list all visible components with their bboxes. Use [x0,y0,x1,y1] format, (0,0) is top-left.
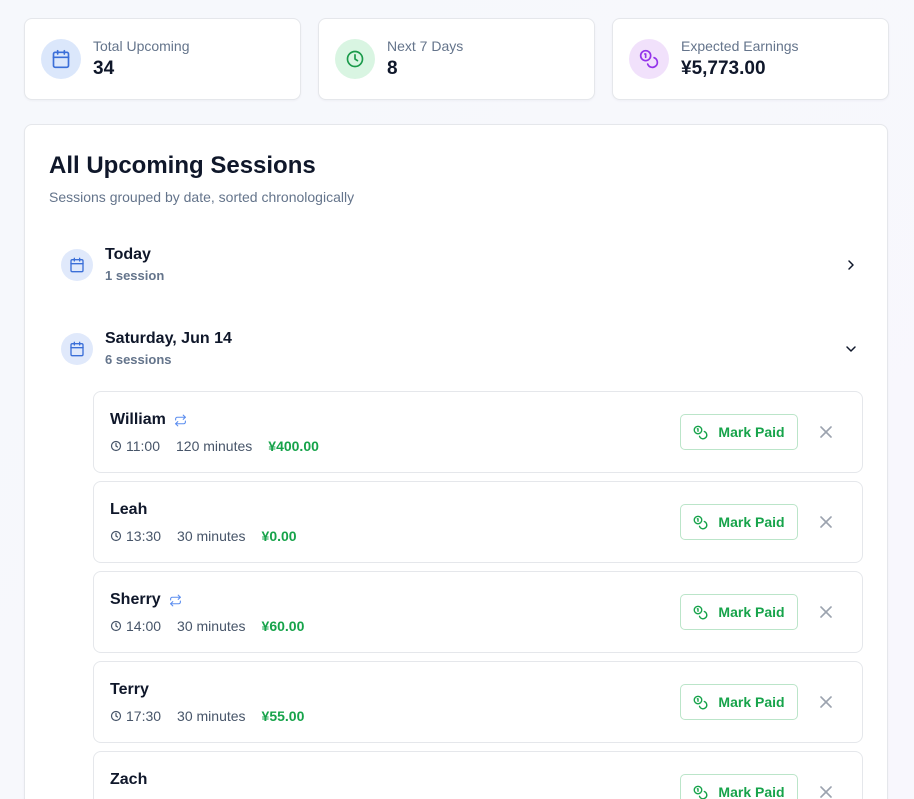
calendar-icon [41,39,81,79]
session-time: 17:30 [126,708,162,724]
mark-paid-button[interactable]: Mark Paid [680,504,798,540]
mark-paid-label: Mark Paid [718,424,785,440]
session-meta: 14:00 30 minutes ¥60.00 [110,618,304,634]
close-icon[interactable] [816,602,836,622]
session-amount: ¥55.00 [261,708,305,724]
stat-value: 34 [93,58,115,79]
stat-label: Total Upcoming [93,38,190,54]
coins-icon [629,39,669,79]
session-card: Leah 13:30 30 minutes ¥0.00 Mark Paid [93,481,863,563]
recurring-icon [169,594,182,607]
session-duration: 120 minutes [176,438,253,454]
clock-icon [110,620,122,632]
session-client: Leah [110,501,147,519]
session-time: 14:00 [126,618,162,634]
session-card: Zach Mark Paid [93,751,863,799]
stat-label: Expected Earnings [681,38,799,54]
coins-icon [693,425,708,440]
mark-paid-button[interactable]: Mark Paid [680,414,798,450]
stats-row: Total Upcoming 34 Next 7 Days 8 Expected… [24,18,889,100]
chevron-right-icon[interactable] [841,255,861,275]
session-duration: 30 minutes [177,618,246,634]
session-amount: ¥0.00 [261,528,297,544]
coins-icon [693,695,708,710]
group-count: 6 sessions [105,352,172,367]
upcoming-sessions-card: All Upcoming Sessions Sessions grouped b… [24,124,888,799]
mark-paid-button[interactable]: Mark Paid [680,684,798,720]
mark-paid-label: Mark Paid [718,784,785,799]
page-subtitle: Sessions grouped by date, sorted chronol… [49,189,355,205]
coins-icon [693,605,708,620]
close-icon[interactable] [816,512,836,532]
mark-paid-button[interactable]: Mark Paid [680,594,798,630]
close-icon[interactable] [816,692,836,712]
coins-icon [693,515,708,530]
mark-paid-label: Mark Paid [718,514,785,530]
clock-icon [110,530,122,542]
session-meta: 17:30 30 minutes ¥55.00 [110,708,304,724]
session-duration: 30 minutes [177,528,246,544]
session-amount: ¥400.00 [268,438,319,454]
session-client-name: Sherry [110,591,161,608]
session-client: William [110,411,187,429]
group-title: Today [105,246,151,263]
chevron-down-icon[interactable] [841,339,861,359]
session-client: Zach [110,771,147,789]
session-client: Sherry [110,591,182,609]
session-client-name: Terry [110,681,149,698]
session-client: Terry [110,681,149,699]
calendar-icon [61,333,93,365]
stat-value: ¥5,773.00 [681,58,766,79]
close-icon[interactable] [816,782,836,799]
clock-icon [335,39,375,79]
recurring-icon [174,414,187,427]
group-count: 1 session [105,268,165,283]
stat-card-next-7-days: Next 7 Days 8 [318,18,595,100]
stat-label: Next 7 Days [387,38,464,54]
session-client-name: William [110,411,166,428]
session-card: Terry 17:30 30 minutes ¥55.00 Mark Paid [93,661,863,743]
coins-icon [693,785,708,799]
close-icon[interactable] [816,422,836,442]
session-time: 11:00 [126,438,160,454]
mark-paid-label: Mark Paid [718,694,785,710]
clock-icon [110,440,122,452]
session-client-name: Leah [110,501,148,518]
session-card: William 11:00 120 minutes ¥400.00 Mark P… [93,391,863,473]
group-title: Saturday, Jun 14 [105,330,232,347]
session-meta: 11:00 120 minutes ¥400.00 [110,438,319,454]
session-meta: 13:30 30 minutes ¥0.00 [110,528,297,544]
clock-icon [110,710,122,722]
stat-card-total-upcoming: Total Upcoming 34 [24,18,301,100]
session-time: 13:30 [126,528,162,544]
calendar-icon [61,249,93,281]
stat-value: 8 [387,58,398,79]
session-client-name: Zach [110,771,148,788]
stat-card-expected-earnings: Expected Earnings ¥5,773.00 [612,18,889,100]
session-card: Sherry 14:00 30 minutes ¥60.00 Mark Paid [93,571,863,653]
group-header-saturday-jun-14[interactable]: Saturday, Jun 14 6 sessions [61,325,861,373]
mark-paid-label: Mark Paid [718,604,785,620]
session-duration: 30 minutes [177,708,246,724]
page-title: All Upcoming Sessions [49,152,316,179]
session-amount: ¥60.00 [261,618,305,634]
group-header-today[interactable]: Today 1 session [61,241,861,289]
mark-paid-button[interactable]: Mark Paid [680,774,798,799]
